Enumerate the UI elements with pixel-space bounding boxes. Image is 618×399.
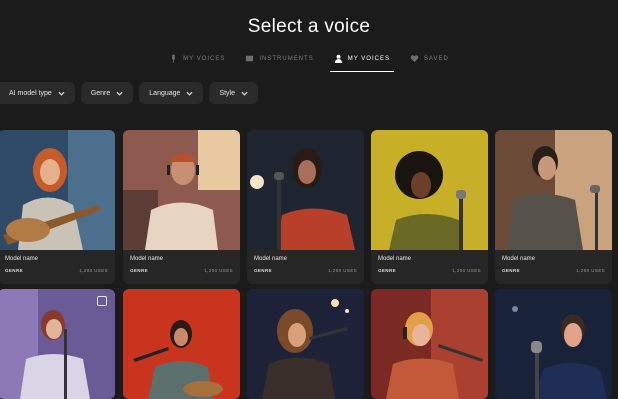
tab-label: INSTRUMENTS — [259, 55, 314, 62]
genre-label: GENRE — [5, 268, 24, 273]
voice-card[interactable] — [0, 289, 115, 399]
voice-card-image — [495, 130, 612, 250]
genre-label: GENRE — [378, 268, 397, 273]
uses-count: 1,200 USES — [79, 268, 108, 273]
chevron-down-icon — [116, 91, 123, 96]
voice-card[interactable]: Model name GENRE 1,200 USES — [0, 130, 115, 284]
instrument-icon — [246, 55, 254, 62]
model-name: Model name — [378, 256, 412, 262]
chevron-down-icon — [186, 91, 194, 96]
filter-genre[interactable]: Genre — [80, 82, 134, 104]
page-title: Select a voice — [247, 16, 371, 37]
voice-card[interactable] — [247, 289, 364, 399]
voice-tabs: MY VOICES INSTRUMENTS MY VOICES SAVED — [0, 48, 618, 72]
heart-icon — [410, 55, 419, 63]
model-name: Model name — [502, 256, 536, 262]
voice-card[interactable]: Model name GENRE 1,200 USES — [495, 130, 612, 284]
mic-icon — [172, 54, 175, 63]
voice-card[interactable]: Model name GENRE 1,200 USES — [371, 130, 488, 284]
voice-card[interactable] — [495, 289, 612, 399]
filter-label: Style — [219, 89, 235, 97]
voice-card-image — [247, 289, 364, 399]
filter-language[interactable]: Language — [139, 82, 204, 104]
model-name: Model name — [254, 256, 288, 262]
voice-card-image — [123, 289, 240, 399]
model-name: Model name — [130, 256, 164, 262]
filter-bar: AI model type Genre Language Style — [0, 82, 258, 104]
voice-card[interactable] — [123, 289, 240, 399]
tab-label: MY VOICES — [183, 55, 226, 62]
chevron-down-icon — [241, 91, 248, 96]
tab-label: SAVED — [423, 55, 449, 62]
tab-my-voices[interactable]: MY VOICES — [159, 48, 235, 72]
voice-card-image — [371, 289, 488, 399]
tab-label: MY VOICES — [347, 55, 390, 62]
voice-card-image — [495, 289, 612, 399]
genre-label: GENRE — [130, 268, 149, 273]
tab-instruments[interactable]: INSTRUMENTS — [235, 48, 323, 72]
voice-card-image — [123, 130, 240, 250]
filter-ai-model-type[interactable]: AI model type — [0, 82, 75, 104]
voice-card-image — [371, 130, 488, 250]
genre-label: GENRE — [254, 268, 273, 273]
voice-card[interactable]: Model name GENRE 1,200 USES — [123, 130, 240, 284]
model-name: Model name — [5, 256, 39, 262]
filter-label: AI model type — [9, 89, 52, 97]
uses-count: 1,200 USES — [576, 268, 605, 273]
voice-card[interactable] — [371, 289, 488, 399]
chevron-down-icon — [58, 91, 65, 96]
uses-count: 1,200 USES — [452, 268, 481, 273]
tab-saved[interactable]: SAVED — [400, 48, 459, 72]
tab-my-voices-active[interactable]: MY VOICES — [324, 48, 400, 72]
filter-label: Genre — [90, 89, 111, 97]
select-checkbox[interactable] — [97, 296, 107, 306]
voice-card-image — [0, 130, 115, 250]
filter-style[interactable]: Style — [209, 82, 258, 104]
genre-label: GENRE — [502, 268, 521, 273]
filter-label: Language — [149, 89, 181, 97]
uses-count: 1,200 USES — [204, 268, 233, 273]
voice-card[interactable]: Model name GENRE 1,200 USES — [247, 130, 364, 284]
uses-count: 1,200 USES — [328, 268, 357, 273]
person-icon — [334, 54, 342, 63]
voice-card-image — [247, 130, 364, 250]
